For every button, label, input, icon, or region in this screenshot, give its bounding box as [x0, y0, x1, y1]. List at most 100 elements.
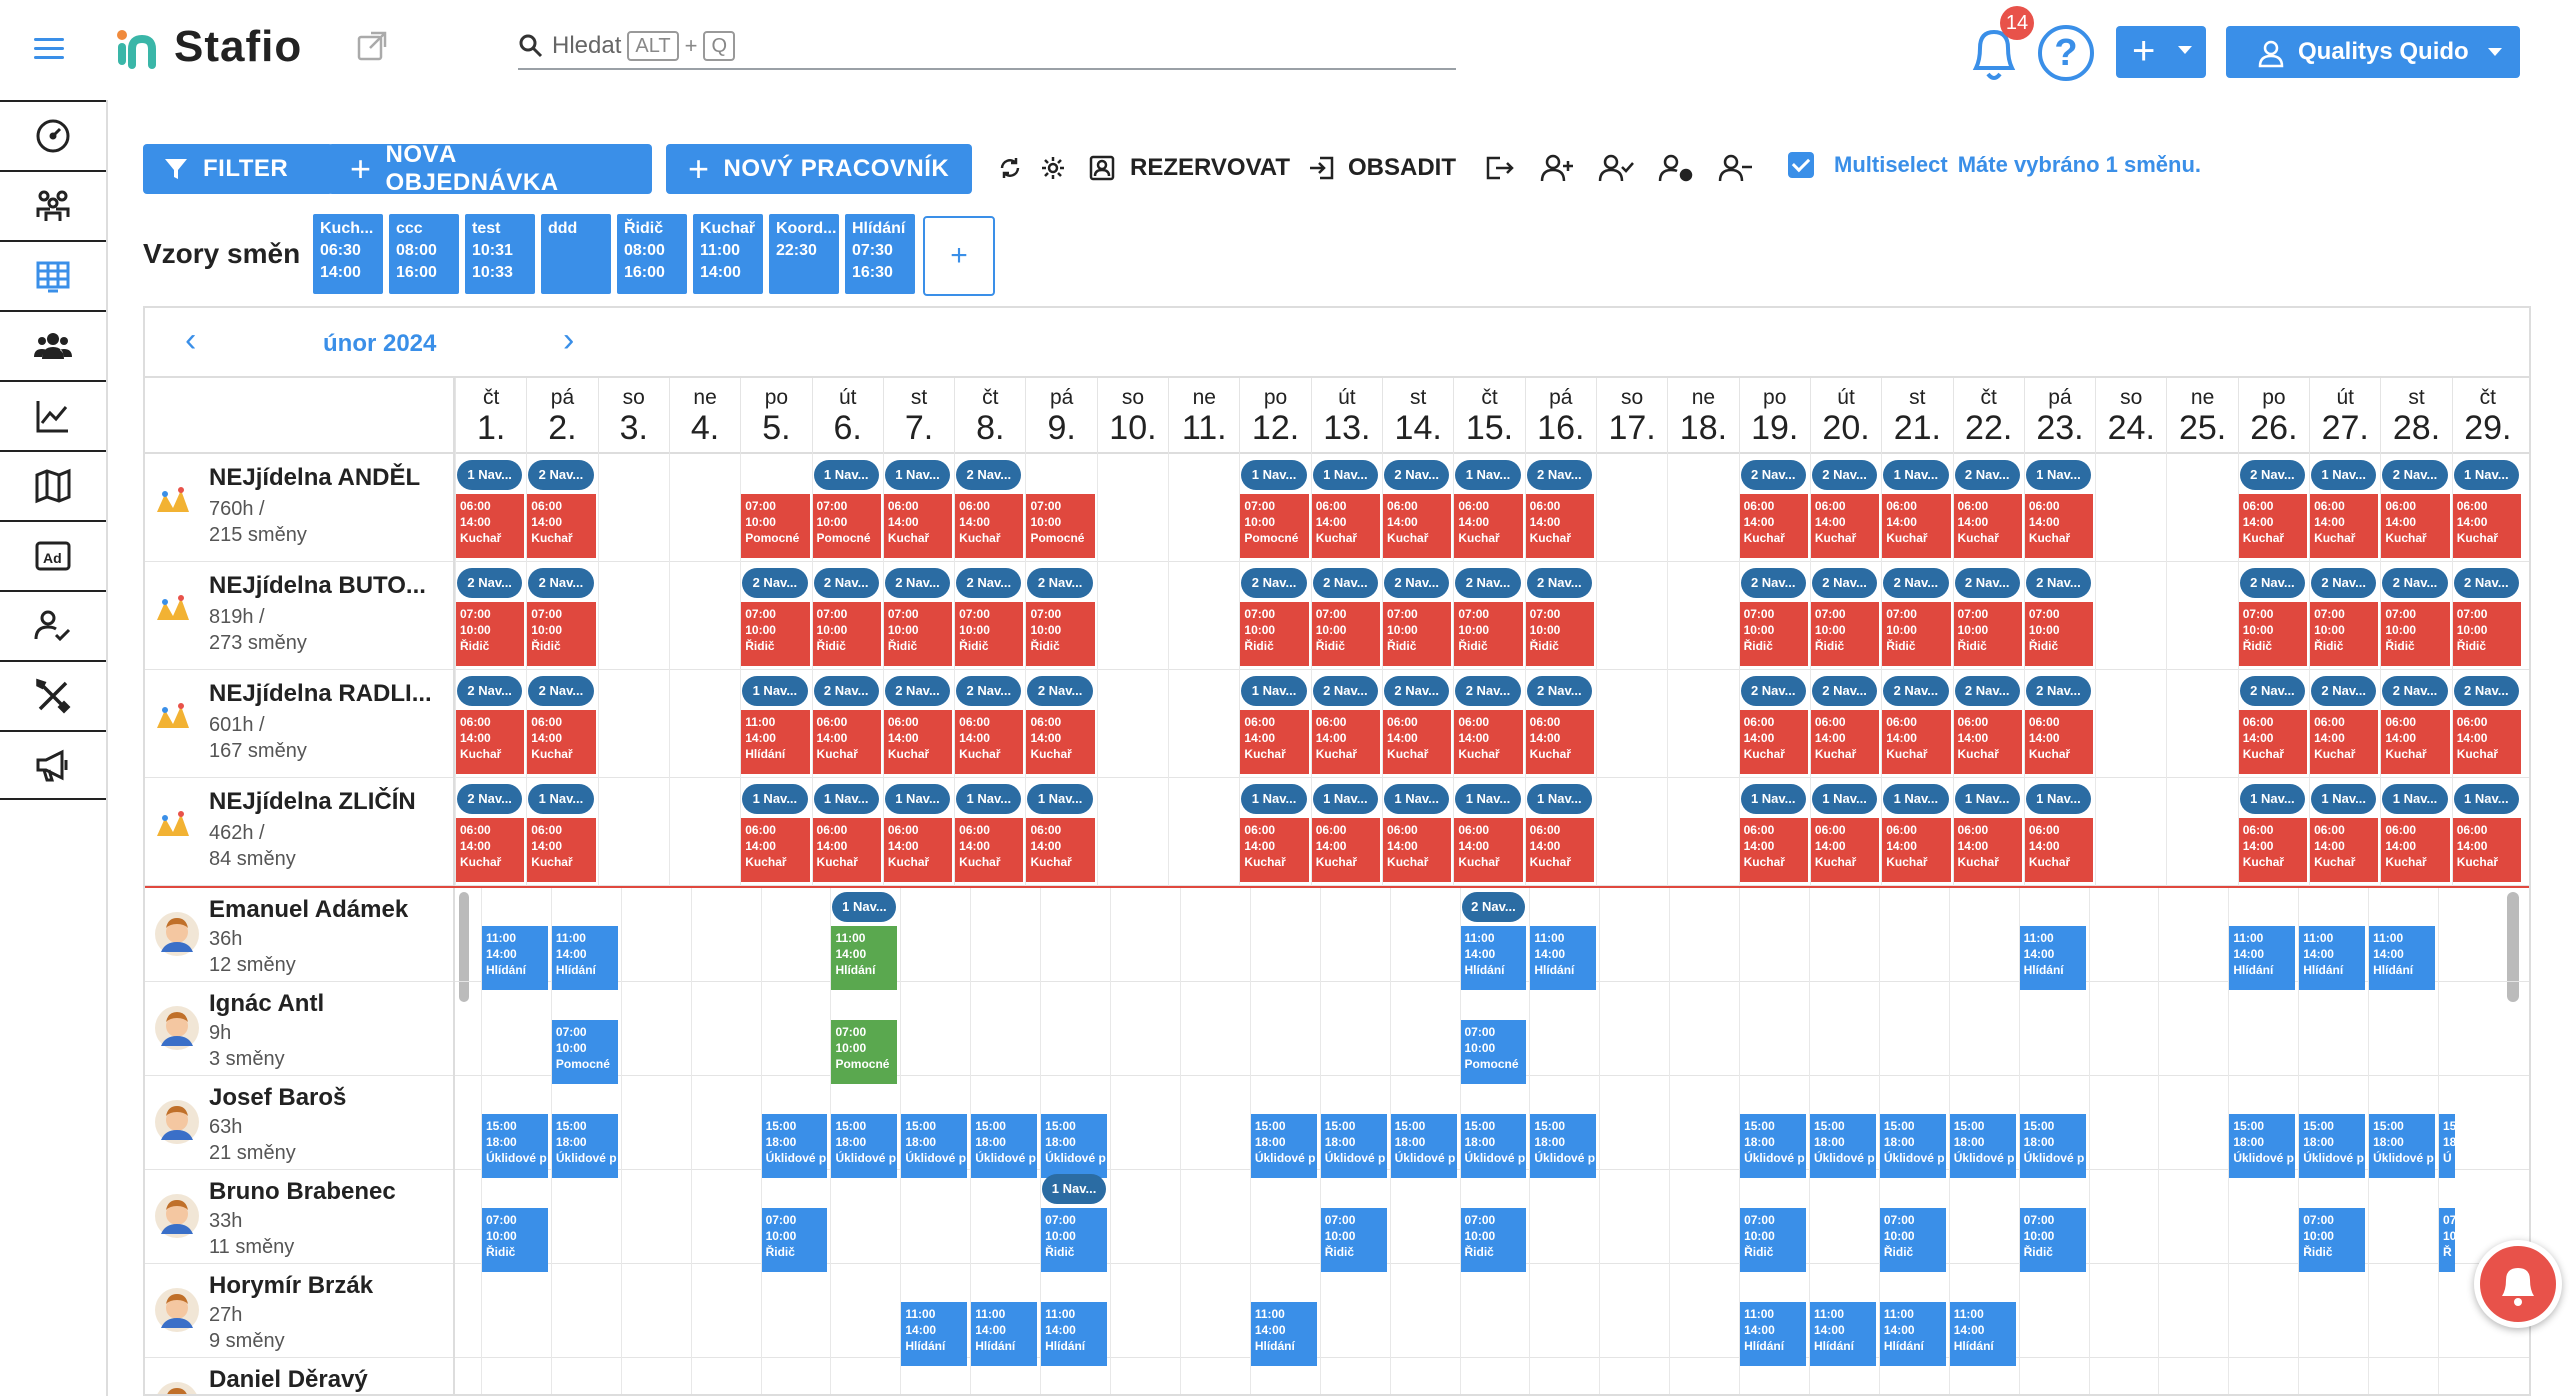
shift-block[interactable]: 07:00 10:00 Řidič — [1953, 602, 2022, 666]
help-button[interactable]: ? — [2038, 25, 2094, 81]
shift-block[interactable]: 07:00 10:00 Řidič — [1320, 1208, 1387, 1272]
shift-block[interactable]: 07:00 10:00 Řidič — [1882, 602, 1951, 666]
shift-need-badge[interactable]: 1 Nav... — [1740, 784, 1806, 814]
shift-block[interactable]: 15:00 18:00 Úklidové p — [1530, 1114, 1597, 1178]
shift-block[interactable]: 06:00 14:00 Kuchař — [2381, 494, 2450, 558]
shift-pattern-card[interactable]: test 10:31 10:33 — [465, 214, 535, 294]
shift-block[interactable]: 06:00 14:00 Kuchař — [1882, 818, 1951, 882]
shift-block[interactable]: 07:00 10:00 Řidič — [741, 602, 810, 666]
shift-need-badge[interactable]: 2 Nav... — [813, 568, 879, 598]
shift-block[interactable]: 06:00 14:00 Kuchař — [812, 818, 881, 882]
shift-block[interactable]: 15:00 18:00 Úklidové p — [2229, 1114, 2296, 1178]
shift-pattern-card[interactable]: ccc 08:00 16:00 — [389, 214, 459, 294]
sidebar-item-team[interactable] — [0, 170, 106, 240]
shift-need-badge[interactable]: 1 Nav... — [956, 784, 1022, 814]
shift-block[interactable]: 07:00 10:00 Řidič — [1460, 1208, 1527, 1272]
sidebar-item-map[interactable] — [0, 450, 106, 520]
shift-need-badge[interactable]: 2 Nav... — [1384, 460, 1450, 490]
shift-block[interactable]: 06:00 14:00 Kuchař — [1882, 494, 1951, 558]
shift-need-badge[interactable]: 2 Nav... — [457, 676, 523, 706]
shift-block[interactable]: 11:00 14:00 Hlídání — [901, 1302, 968, 1366]
shift-block[interactable]: 06:00 14:00 Kuchař — [1240, 818, 1309, 882]
shift-block[interactable]: 07:00 10:00 Řidič — [955, 602, 1024, 666]
shift-need-badge[interactable]: 2 Nav... — [813, 676, 879, 706]
shift-block[interactable]: 11:00 14:00 Hlídání — [1879, 1302, 1946, 1366]
shift-need-badge[interactable]: 1 Nav... — [1027, 784, 1093, 814]
shift-need-badge[interactable]: 1 Nav... — [884, 460, 951, 490]
shift-pattern-card[interactable]: Kuch... 06:30 14:00 — [313, 214, 383, 294]
shift-block[interactable]: 07:00 10:00 Řidič — [2024, 602, 2094, 666]
shift-block[interactable]: 07:00 10:00 Pomocné — [551, 1020, 618, 1084]
shift-block[interactable]: 07:00 10:00 Řidič — [1740, 1208, 1806, 1272]
shift-block[interactable]: 11:00 14:00 Hlídání — [1250, 1302, 1317, 1366]
shift-block[interactable]: 15:00 18:00 Úklidové p — [1250, 1114, 1317, 1178]
shift-block[interactable]: 07:00 10:00 Řidič — [1525, 602, 1594, 666]
shift-need-badge[interactable]: 2 Nav... — [528, 676, 594, 706]
shift-need-badge[interactable]: 2 Nav... — [2239, 460, 2306, 490]
shift-block[interactable]: 07:00 10:00 Řidič — [1240, 602, 1309, 666]
shift-block[interactable]: 15:00 18:00 Úklidové p — [761, 1114, 828, 1178]
shift-need-badge[interactable]: 1 Nav... — [2311, 460, 2377, 490]
app-logo[interactable]: Stafio — [114, 22, 302, 72]
new-worker-button[interactable]: + NOVÝ PRACOVNÍK — [666, 144, 972, 194]
shift-block[interactable]: 07:00 10:00 Řidič — [2381, 602, 2450, 666]
remove-user-icon[interactable] — [1718, 150, 1754, 186]
shift-block[interactable]: 06:00 14:00 Kuchař — [2452, 710, 2521, 774]
shift-need-badge[interactable]: 1 Nav... — [2025, 784, 2092, 814]
shift-need-badge[interactable]: 2 Nav... — [1526, 568, 1592, 598]
shift-block[interactable]: 07:00 10:00 Řidič — [1810, 602, 1880, 666]
shift-need-badge[interactable]: 2 Nav... — [2382, 568, 2448, 598]
shift-block[interactable]: 06:00 14:00 Kuchař — [883, 818, 953, 882]
shift-need-badge[interactable]: 2 Nav... — [457, 568, 523, 598]
user-menu-button[interactable]: Qualitys Quido — [2226, 26, 2520, 78]
chat-help-button[interactable] — [2474, 1240, 2562, 1328]
shift-block[interactable]: 11:00 14:00 Hlídání — [1740, 1302, 1806, 1366]
shift-block[interactable]: 06:00 14:00 Kuchař — [527, 710, 596, 774]
shift-block[interactable]: 06:00 14:00 Kuchař — [1810, 710, 1880, 774]
shift-block[interactable]: 07:00 10:00 Řidič — [761, 1208, 828, 1272]
shift-need-badge[interactable]: 2 Nav... — [1811, 676, 1878, 706]
shift-block[interactable]: 06:00 14:00 Kuchař — [2310, 710, 2379, 774]
shift-need-badge[interactable]: 1 Nav... — [2239, 784, 2306, 814]
shift-block[interactable]: 06:00 14:00 Kuchař — [1311, 710, 1381, 774]
user-approve-icon[interactable] — [1598, 150, 1634, 186]
shift-block[interactable]: 11:00 14:00 Hlídání — [551, 926, 618, 990]
shift-block[interactable]: 07:00 10:00 Řidič — [1454, 602, 1523, 666]
shift-need-badge[interactable]: 2 Nav... — [1384, 568, 1450, 598]
prev-month-button[interactable]: ‹ — [185, 323, 211, 357]
shift-block[interactable]: 11:00 14:00 Hlídání — [1460, 926, 1527, 990]
shift-need-badge[interactable]: 2 Nav... — [1027, 568, 1093, 598]
shift-block[interactable]: 06:00 14:00 Kuchař — [1026, 818, 1095, 882]
shift-need-badge[interactable]: 1 Nav... — [2382, 784, 2448, 814]
shift-block[interactable]: 07:00 10:00 Pomocné — [1240, 494, 1309, 558]
shift-need-badge[interactable]: 2 Nav... — [2311, 568, 2377, 598]
shift-need-badge[interactable]: 1 Nav... — [1312, 460, 1379, 490]
shift-block[interactable]: 11:00 14:00 Hlídání — [2019, 926, 2086, 990]
shift-block[interactable]: 15:00 18:00 Úklidové p — [2019, 1114, 2086, 1178]
shift-block[interactable]: 11:00 14:00 Hlídání — [741, 710, 810, 774]
shift-need-badge[interactable]: 2 Nav... — [1461, 892, 1526, 922]
shift-need-badge[interactable]: 2 Nav... — [528, 568, 594, 598]
shift-need-badge[interactable]: 1 Nav... — [813, 784, 879, 814]
shift-block[interactable]: 07:00 10:00 Řidič — [482, 1208, 548, 1272]
shift-block[interactable]: 06:00 14:00 Kuchař — [1383, 710, 1452, 774]
shift-need-badge[interactable]: 2 Nav... — [2311, 676, 2377, 706]
shift-block[interactable]: 15:00 18:00 Úklidové p — [1879, 1114, 1946, 1178]
shift-block[interactable]: 11:00 14:00 Hlídání — [2299, 926, 2366, 990]
menu-icon[interactable] — [34, 38, 64, 60]
shift-need-badge[interactable]: 1 Nav... — [742, 784, 808, 814]
shift-block[interactable]: 15:00 18:00 Úklidové p — [2299, 1114, 2366, 1178]
shift-block[interactable]: 06:00 14:00 Kuchař — [1311, 494, 1381, 558]
multiselect-toggle[interactable]: Multiselect Máte vybráno 1 směnu. — [1788, 152, 2201, 178]
shift-need-badge[interactable]: 2 Nav... — [1455, 568, 1521, 598]
sidebar-item-shifts[interactable] — [0, 240, 106, 310]
shift-need-badge[interactable]: 2 Nav... — [884, 568, 951, 598]
shift-block[interactable]: 15:00 18:00 Úklidové p — [1809, 1114, 1876, 1178]
shift-need-badge[interactable]: 1 Nav... — [1883, 460, 1949, 490]
shift-block[interactable]: 07:00 10:00 Řidič — [2310, 602, 2379, 666]
shift-block[interactable]: 07:00 10:00 Řidič — [1026, 602, 1095, 666]
shift-block[interactable]: 15:00 18:00 Úklidové p — [1390, 1114, 1457, 1178]
shift-block[interactable]: 07:00 10:00 Řidič — [1739, 602, 1808, 666]
shift-need-badge[interactable]: 1 Nav... — [742, 676, 808, 706]
shift-need-badge[interactable]: 2 Nav... — [1027, 676, 1093, 706]
